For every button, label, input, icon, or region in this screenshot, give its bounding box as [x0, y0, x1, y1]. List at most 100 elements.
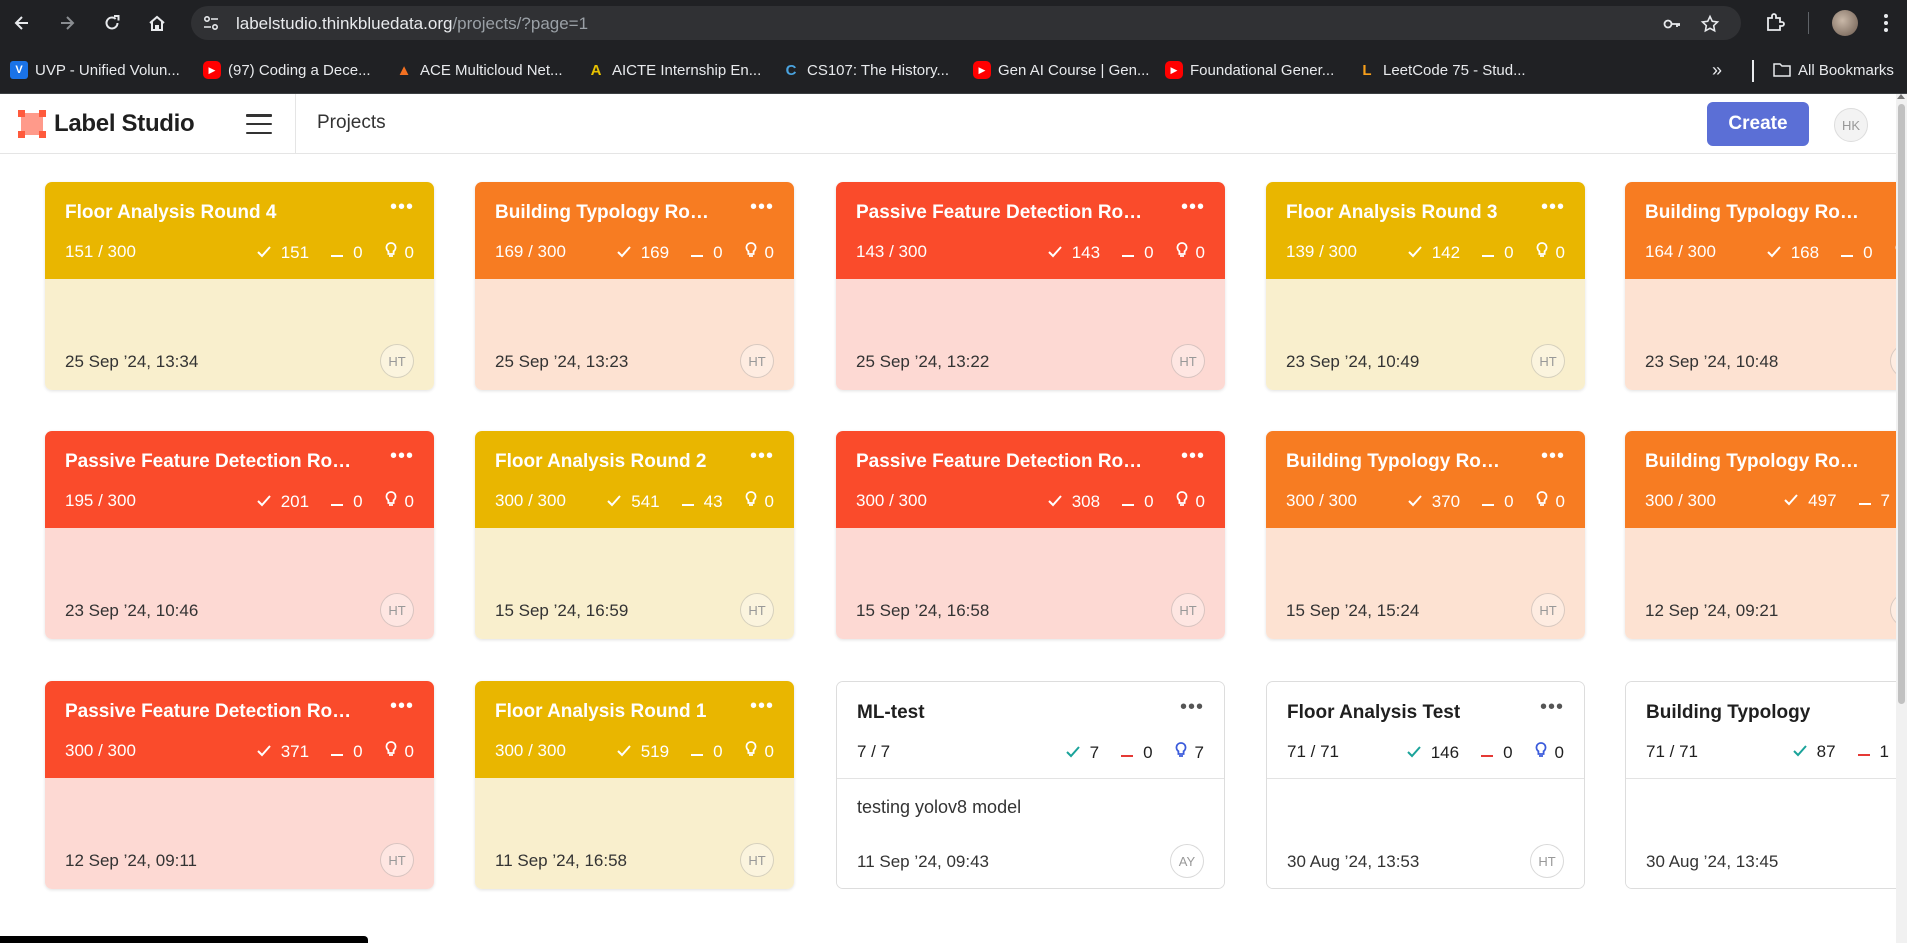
more-options-icon[interactable]: •••	[390, 446, 414, 466]
creator-avatar: HT	[1171, 344, 1205, 378]
bookmark-item[interactable]: L LeetCode 75 - Stud...	[1358, 59, 1525, 81]
create-project-button[interactable]: Create	[1707, 102, 1809, 146]
card-body: 30 Aug ’24, 13:53 HT	[1267, 779, 1584, 888]
project-card[interactable]: Passive Feature Detection Roun... ••• 300 …	[45, 681, 434, 889]
more-options-icon[interactable]: •••	[390, 197, 414, 217]
completed-count: 497	[1808, 491, 1837, 510]
completed-count: 143	[1071, 242, 1101, 262]
project-card[interactable]: Building Typology 71 / 71 87 1 30 Aug ’24, 1…	[1625, 681, 1896, 889]
project-title[interactable]: Building Typology Round 3	[1645, 202, 1869, 224]
completed-count: 142	[1431, 242, 1461, 262]
bookmark-item[interactable]: C CS107: The History...	[782, 59, 949, 81]
card-header: Building Typology 71 / 71 87 1	[1626, 682, 1896, 779]
project-card[interactable]: Building Typology Round 2 ••• 300 / 300 370…	[1266, 431, 1585, 639]
completed-stat: 497	[1784, 491, 1837, 511]
created-date: 25 Sep ’24, 13:22	[856, 352, 990, 371]
reload-icon[interactable]	[97, 8, 127, 38]
skipped-count: 0	[713, 242, 723, 262]
more-options-icon[interactable]: •••	[1541, 197, 1565, 217]
project-title[interactable]: Passive Feature Detection Roun...	[65, 701, 359, 723]
predictions-count: 0	[1195, 242, 1205, 262]
project-title[interactable]: Floor Analysis Round 2	[495, 451, 707, 473]
project-card[interactable]: ML-test ••• 7 / 7 7 0 7 testing yolov8 model 11…	[836, 681, 1225, 889]
more-options-icon[interactable]: •••	[750, 696, 774, 716]
profile-avatar[interactable]	[1832, 10, 1858, 36]
project-card[interactable]: Passive Feature Detection Roun... ••• 195 …	[45, 431, 434, 639]
task-count: 300 / 300	[1645, 491, 1716, 510]
bookmark-item[interactable]: ▶ Foundational Gener...	[1165, 59, 1334, 81]
project-card[interactable]: Floor Analysis Round 3 ••• 139 / 300 142 0 0 2…	[1266, 182, 1585, 390]
project-title[interactable]: Floor Analysis Round 3	[1286, 202, 1498, 224]
project-card[interactable]: Building Typology Round 4 ••• 169 / 300 169…	[475, 182, 794, 390]
completed-stat: 142	[1407, 242, 1461, 263]
predictions-stat: 0	[745, 491, 774, 512]
scrollbar-thumb[interactable]	[1898, 104, 1905, 704]
more-options-icon[interactable]: •••	[1540, 697, 1564, 717]
more-options-icon[interactable]: •••	[1180, 697, 1204, 717]
project-title[interactable]: Passive Feature Detection Roun...	[856, 202, 1150, 224]
hamburger-menu-icon[interactable]	[246, 112, 272, 136]
completed-count: 7	[1089, 742, 1100, 762]
extensions-icon[interactable]	[1762, 10, 1788, 36]
browser-toolbar: labelstudio.thinkbluedata.org/projects/?…	[0, 0, 1907, 46]
more-options-icon[interactable]: •••	[1541, 446, 1565, 466]
project-title[interactable]: Floor Analysis Test	[1287, 702, 1460, 724]
bookmark-label: Foundational Gener...	[1190, 61, 1335, 79]
predictions-stat: 7	[1175, 742, 1204, 763]
project-title[interactable]: Building Typology Round 1	[1645, 451, 1869, 473]
project-card[interactable]: Passive Feature Detection Roun... ••• 143 …	[836, 182, 1225, 390]
more-options-icon[interactable]: •••	[750, 446, 774, 466]
project-card[interactable]: Floor Analysis Round 1 ••• 300 / 300 519 0 0 1…	[475, 681, 794, 889]
project-title[interactable]: ML-test	[857, 702, 925, 724]
created-date: 11 Sep ’24, 16:58	[495, 851, 628, 870]
project-card[interactable]: Floor Analysis Test ••• 71 / 71 146 0 0 30 Aug…	[1266, 681, 1585, 889]
skipped-stat: 0	[1482, 243, 1514, 263]
project-title[interactable]: Floor Analysis Round 1	[495, 701, 707, 723]
predictions-stat: 0	[1176, 242, 1205, 263]
project-card[interactable]: Building Typology Round 1•••300 / 300497…	[1625, 431, 1896, 639]
project-card[interactable]: Floor Analysis Round 4 ••• 151 / 300 151 0 0 2…	[45, 182, 434, 390]
project-title[interactable]: Building Typology Round 2	[1286, 451, 1510, 473]
project-title[interactable]: Passive Feature Detection Roun...	[65, 451, 359, 473]
back-icon[interactable]	[7, 8, 37, 38]
more-menu-icon[interactable]	[1876, 10, 1896, 36]
minus-icon	[1482, 243, 1495, 263]
more-options-icon[interactable]: •••	[750, 197, 774, 217]
user-avatar[interactable]: HK	[1834, 108, 1868, 142]
project-card[interactable]: Passive Feature Detection Roun... ••• 300 …	[836, 431, 1225, 639]
skipped-stat: 0	[331, 742, 363, 762]
bookmark-item[interactable]: V UVP - Unified Volun...	[10, 59, 180, 81]
bookmark-item[interactable]: A AICTE Internship En...	[587, 59, 762, 81]
project-title[interactable]: Passive Feature Detection Roun...	[856, 451, 1150, 473]
app-logo[interactable]: Label Studio	[18, 110, 195, 138]
forward-icon[interactable]	[52, 8, 82, 38]
predictions-count: 0	[764, 242, 774, 262]
minus-icon	[1841, 243, 1854, 263]
card-stats: 371 0 0	[256, 741, 414, 762]
more-options-icon[interactable]: •••	[390, 696, 414, 716]
project-title[interactable]: Building Typology	[1646, 702, 1810, 724]
password-key-icon[interactable]	[1661, 13, 1683, 35]
project-title[interactable]: Building Typology Round 4	[495, 202, 719, 224]
site-info-icon[interactable]	[201, 13, 221, 33]
card-stats: 146 0 0	[1406, 742, 1564, 763]
project-card[interactable]: Building Typology Round 3•••164 / 300168…	[1625, 182, 1896, 390]
home-icon[interactable]	[142, 8, 172, 38]
bookmark-item[interactable]: ▶ (97) Coding a Dece...	[203, 59, 371, 81]
completed-stat: 143	[1047, 242, 1101, 263]
predictions-stat: 0	[385, 242, 414, 263]
created-date: 23 Sep ’24, 10:46	[65, 601, 199, 620]
project-title[interactable]: Floor Analysis Round 4	[65, 202, 277, 224]
bookmark-item[interactable]: ▲ ACE Multicloud Net...	[395, 59, 563, 81]
all-bookmarks-button[interactable]: All Bookmarks	[1773, 59, 1894, 81]
more-options-icon[interactable]: •••	[1181, 446, 1205, 466]
predictions-count: 0	[1555, 491, 1565, 511]
scrollbar[interactable]	[1896, 94, 1907, 943]
predictions-stat: 0	[1536, 242, 1565, 263]
project-card[interactable]: Floor Analysis Round 2 ••• 300 / 300 541 43 0…	[475, 431, 794, 639]
more-options-icon[interactable]: •••	[1181, 197, 1205, 217]
address-bar[interactable]: labelstudio.thinkbluedata.org/projects/?…	[191, 6, 1741, 40]
bookmark-star-icon[interactable]	[1699, 13, 1721, 35]
more-bookmarks-chevron-icon[interactable]: »	[1712, 59, 1722, 81]
bookmark-item[interactable]: ▶ Gen AI Course | Gen...	[973, 59, 1149, 81]
